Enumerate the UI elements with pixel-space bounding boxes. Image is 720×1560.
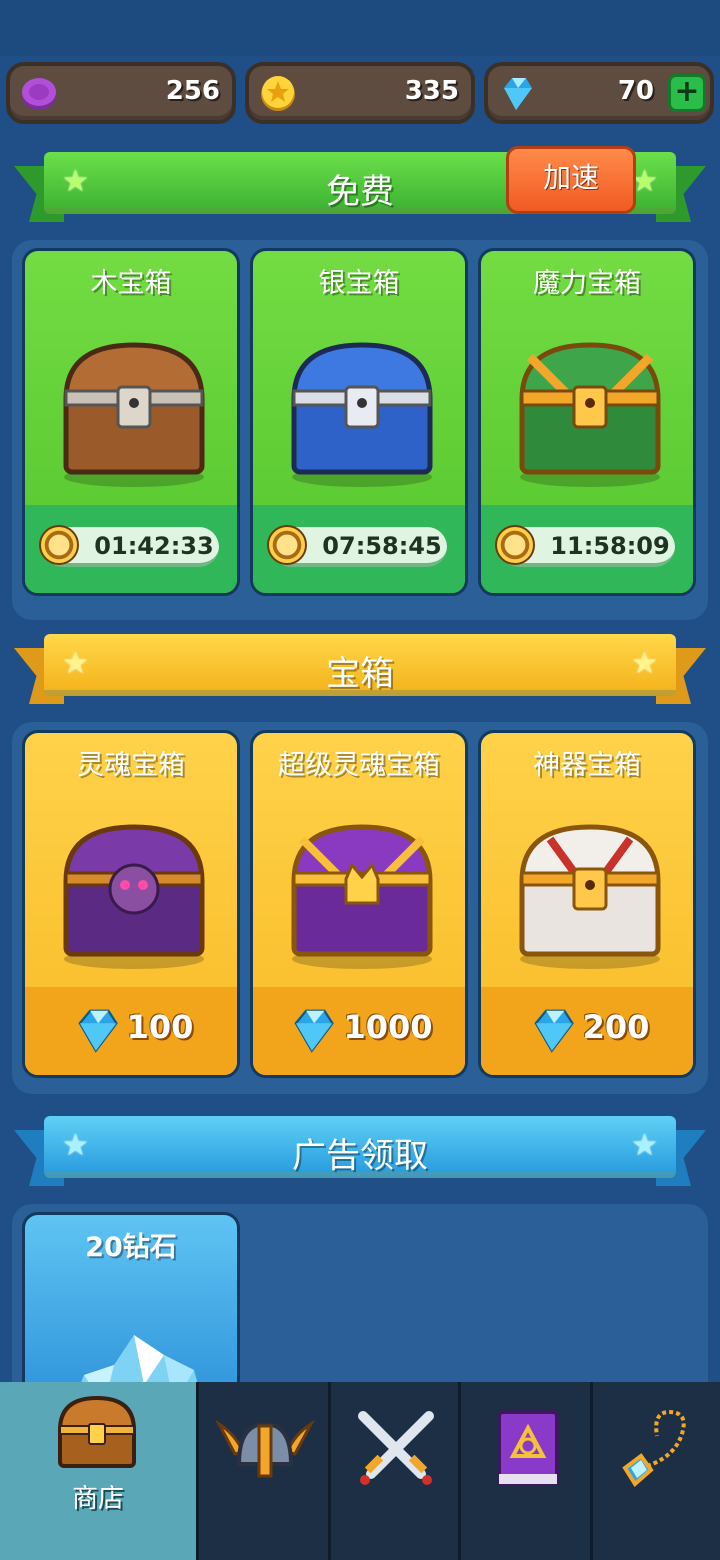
diamond-gem-icon [294,1009,335,1053]
timer-value: 11:58:09 [550,532,670,560]
chest-timer: 07:58:45 [267,525,447,567]
chest-name: 木宝箱 [90,268,172,299]
crossed-swords-icon [358,1411,434,1485]
paid-chests-panel: 灵魂宝箱 100 超级灵魂宝箱 1000 神器宝箱 200 [12,722,708,1094]
chest-price: 200 [481,1005,693,1053]
super-soul-chest-icon [291,824,433,969]
shop-chest-icon [57,1395,137,1468]
wood-chest-card[interactable]: 木宝箱 01:42:33 [22,248,240,596]
artifact-chest-icon [519,824,661,969]
gem-amount: 70 [617,76,654,106]
price-value: 200 [582,1008,650,1046]
chest-footer: 11:58:09 [481,505,693,593]
bottom-nav: 商店 [0,1382,720,1560]
wooden-chest-icon [63,342,205,487]
silver-chest-icon [291,342,433,487]
gold-coin-icon [261,76,295,111]
tab-label: 商店 [71,1484,124,1514]
chest-name: 银宝箱 [318,268,400,299]
chest-footer: 07:58:45 [253,505,465,593]
artifact-chest-card[interactable]: 神器宝箱 200 [478,730,696,1078]
chest-footer: 1000 [253,987,465,1075]
gold-amount: 335 [404,76,459,106]
tab-spellbook[interactable] [458,1382,590,1560]
status-bar [0,0,720,56]
chest-name: 灵魂宝箱 [77,750,185,781]
chest-timer: 01:42:33 [39,525,219,567]
price-value: 100 [126,1008,194,1046]
chest-name: 超级灵魂宝箱 [278,750,440,781]
spellbook-icon [497,1410,559,1486]
chest-timer: 11:58:09 [495,525,675,567]
timer-clock-icon [495,525,535,565]
add-gems-button[interactable]: + [668,74,706,112]
tab-heroes[interactable] [196,1382,328,1560]
speed-up-button[interactable]: 加速 [506,146,636,214]
chest-name: 魔力宝箱 [533,268,641,299]
ad-section-title: 广告领取 [292,1136,428,1176]
ad-rewards-panel: 20钻石 [12,1204,708,1412]
timer-clock-icon [39,525,79,565]
diamond-gem-icon [534,1009,574,1053]
reward-name: 20钻石 [85,1232,177,1263]
diamond-gem-icon [78,1009,118,1053]
magic-chest-card[interactable]: 魔力宝箱 11:58:09 [478,248,696,596]
soul-chest-icon [63,824,205,969]
timer-clock-icon [267,525,307,565]
free-chests-panel: 木宝箱 01:42:33 银宝箱 07:58:45 魔力宝箱 11:58:09 [12,240,708,620]
chest-footer: 100 [25,987,237,1075]
tab-artifacts[interactable] [590,1382,720,1560]
silver-chest-card[interactable]: 银宝箱 07:58:45 [250,248,468,596]
chest-price: 100 [25,1005,237,1053]
gold-currency-display: 335 [245,62,475,124]
soul-currency-display: 256 [6,62,236,124]
soul-chest-card[interactable]: 灵魂宝箱 100 [22,730,240,1078]
winged-helmet-icon [215,1419,315,1478]
banner-body: ★ ★ 广告领取 [44,1116,676,1178]
amulet-icon [622,1409,686,1488]
timer-value: 01:42:33 [94,532,214,560]
timer-value: 07:58:45 [322,532,442,560]
price-value: 1000 [343,1008,433,1046]
banner-body: ★ ★ 宝箱 [44,634,676,696]
tab-battle[interactable] [328,1382,458,1560]
chest-price: 1000 [253,1005,465,1053]
tab-shop[interactable]: 商店 [0,1382,196,1560]
gem-currency-display: 70 + [484,62,714,124]
chest-footer: 200 [481,987,693,1075]
purple-soul-coin-icon [22,78,56,110]
diamond-gem-icon [504,78,532,110]
chest-name: 神器宝箱 [533,750,641,781]
chest-section-title: 宝箱 [326,654,394,694]
ad-section-banner: ★ ★ 广告领取 [14,1116,706,1186]
free-section-banner: ★ ★ 免费 加速 [14,146,706,222]
super-soul-chest-card[interactable]: 超级灵魂宝箱 1000 [250,730,468,1078]
chest-footer: 01:42:33 [25,505,237,593]
banner-body: ★ ★ 免费 加速 [44,146,676,214]
chest-section-banner: ★ ★ 宝箱 [14,634,706,704]
soul-amount: 256 [165,76,220,106]
magic-chest-icon [519,342,661,487]
